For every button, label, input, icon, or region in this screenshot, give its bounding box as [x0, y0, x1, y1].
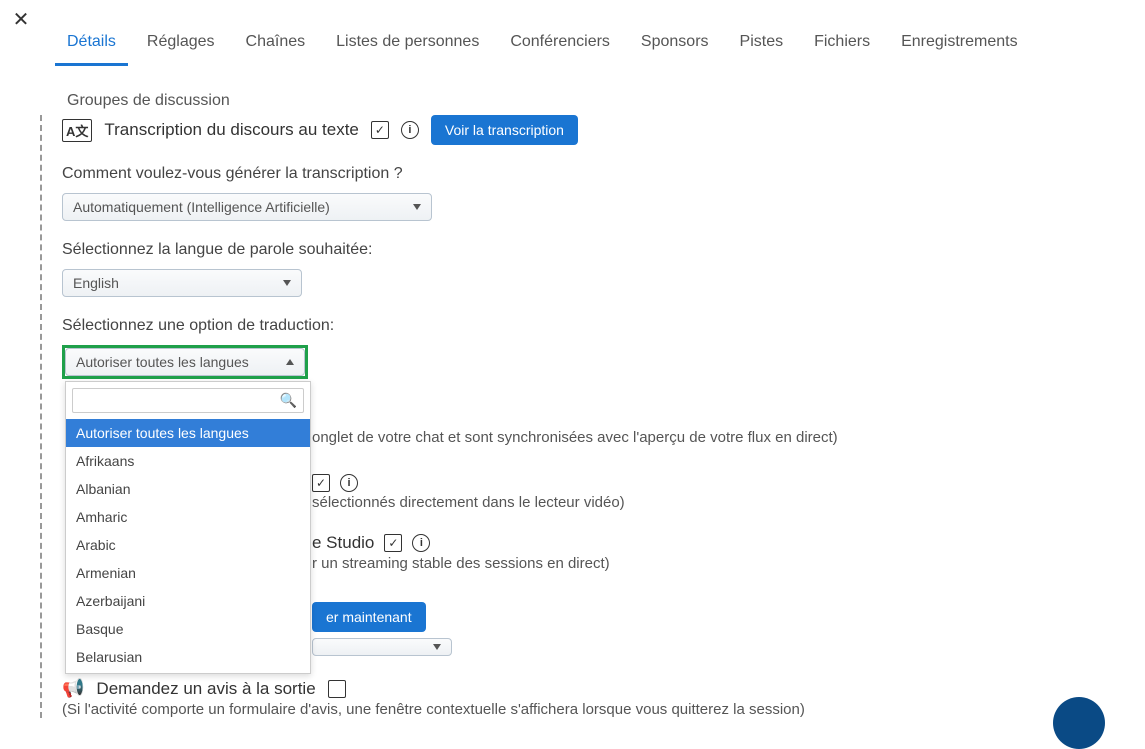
dropdown-option[interactable]: Azerbaijani: [66, 587, 310, 615]
transcription-checkbox[interactable]: ✓: [371, 121, 389, 139]
translation-dropdown: 🔍 Autoriser toutes les langues Afrikaans…: [65, 381, 311, 674]
studio-title-suffix: e Studio: [312, 533, 374, 553]
search-icon: 🔍: [280, 392, 297, 409]
speech-language-value: English: [73, 275, 119, 291]
translation-select-value: Autoriser toutes les langues: [76, 354, 249, 370]
help-fab[interactable]: [1053, 697, 1105, 749]
translation-option-label: Sélectionnez une option de traduction:: [62, 317, 1100, 335]
dropdown-option[interactable]: Arabic: [66, 531, 310, 559]
tab-fichiers[interactable]: Fichiers: [802, 25, 882, 66]
dropdown-option-all[interactable]: Autoriser toutes les langues: [66, 419, 310, 447]
close-icon: ✕: [13, 7, 30, 32]
chevron-down-icon: [433, 644, 441, 650]
transcription-title: Transcription du discours au texte: [104, 120, 359, 140]
chevron-down-icon: [283, 280, 291, 286]
transcription-icon: A文: [62, 119, 92, 142]
studio-subtext-suffix: r un streaming stable des sessions en di…: [312, 555, 1100, 572]
cc-info-icon[interactable]: i: [340, 474, 358, 492]
chevron-down-icon: [413, 204, 421, 210]
dropdown-option[interactable]: Belarusian: [66, 643, 310, 671]
feedback-subtext: (Si l'activité comporte un formulaire d'…: [62, 701, 1100, 718]
studio-info-icon[interactable]: i: [412, 534, 430, 552]
cc-subtext-suffix: sélectionnés directement dans le lecteur…: [312, 494, 1100, 511]
chat-sync-text-suffix: onglet de votre chat et sont synchronisé…: [312, 429, 1100, 446]
chevron-up-icon: [286, 359, 294, 365]
dropdown-options-list[interactable]: Autoriser toutes les langues Afrikaans A…: [66, 419, 310, 673]
dropdown-option[interactable]: Afrikaans: [66, 447, 310, 475]
transcription-section-header: A文 Transcription du discours au texte ✓ …: [62, 115, 1100, 145]
now-button[interactable]: er maintenant: [312, 602, 426, 632]
tab-conferenciers[interactable]: Conférenciers: [498, 25, 622, 66]
content-scroll[interactable]: A文 Transcription du discours au texte ✓ …: [35, 115, 1130, 729]
generation-method-value: Automatiquement (Intelligence Artificiel…: [73, 199, 330, 215]
dropdown-option[interactable]: Albanian: [66, 475, 310, 503]
tab-reglages[interactable]: Réglages: [135, 25, 227, 66]
tab-enregistrements[interactable]: Enregistrements: [889, 25, 1030, 66]
megaphone-icon: 📢: [62, 678, 84, 699]
tab-chaines[interactable]: Chaînes: [234, 25, 318, 66]
generation-method-select[interactable]: Automatiquement (Intelligence Artificiel…: [62, 193, 432, 221]
translation-select-open[interactable]: Autoriser toutes les langues 🔍 Autoriser…: [62, 345, 308, 379]
secondary-select[interactable]: [312, 638, 452, 656]
dropdown-option[interactable]: Armenian: [66, 559, 310, 587]
tab-pistes[interactable]: Pistes: [728, 25, 796, 66]
generation-method-label: Comment voulez-vous générer la transcrip…: [62, 165, 1100, 183]
dropdown-search-input[interactable]: [79, 393, 280, 408]
speech-language-label: Sélectionnez la langue de parole souhait…: [62, 241, 1100, 259]
dropdown-option[interactable]: Bengali: [66, 671, 310, 673]
tab-sponsors[interactable]: Sponsors: [629, 25, 721, 66]
translation-select-head[interactable]: Autoriser toutes les langues: [65, 348, 305, 376]
tabs-bar: Détails Réglages Chaînes Listes de perso…: [55, 0, 1115, 122]
speech-language-select[interactable]: English: [62, 269, 302, 297]
view-transcription-button[interactable]: Voir la transcription: [431, 115, 578, 145]
cc-checkbox[interactable]: ✓: [312, 474, 330, 492]
dropdown-search-box: 🔍: [72, 388, 304, 413]
studio-checkbox[interactable]: ✓: [384, 534, 402, 552]
tab-details[interactable]: Détails: [55, 25, 128, 66]
feedback-title: Demandez un avis à la sortie: [96, 679, 315, 699]
dropdown-option[interactable]: Amharic: [66, 503, 310, 531]
close-button[interactable]: ✕: [10, 8, 32, 30]
tab-listes[interactable]: Listes de personnes: [324, 25, 491, 66]
feedback-checkbox[interactable]: [328, 680, 346, 698]
transcription-info-icon[interactable]: i: [401, 121, 419, 139]
dropdown-option[interactable]: Basque: [66, 615, 310, 643]
